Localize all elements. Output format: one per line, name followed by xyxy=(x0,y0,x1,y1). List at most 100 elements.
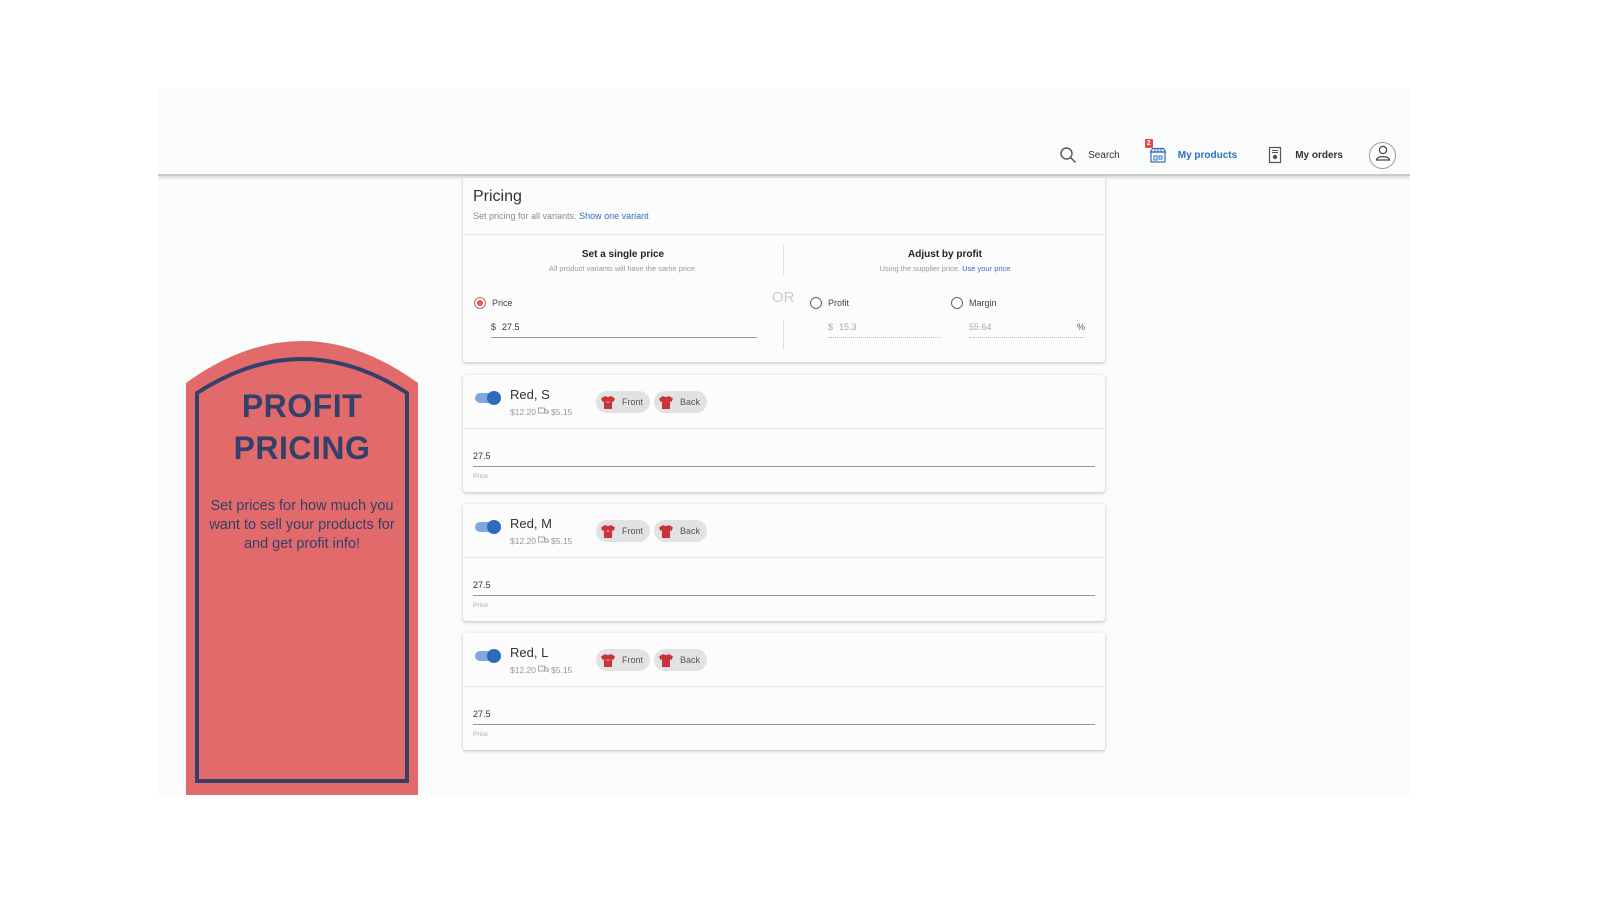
variant-price-input[interactable]: 27.5 xyxy=(473,451,1095,467)
front-chip-label: Front xyxy=(622,526,644,536)
front-chip-label: Front xyxy=(622,397,644,407)
pricing-options: Set a single price All product variants … xyxy=(463,235,1105,362)
margin-radio-label: Margin xyxy=(969,298,997,308)
promo-banner: PROFIT PRICING Set prices for how much y… xyxy=(186,341,418,795)
pricing-title: Pricing xyxy=(473,188,522,205)
profit-input[interactable]: $ 15.3 xyxy=(828,322,940,338)
adjust-by-profit-subtitle: Using the supplier price. Use your price xyxy=(785,264,1105,273)
tshirt-front-icon xyxy=(600,653,616,668)
use-your-price-link[interactable]: Use your price xyxy=(962,264,1010,273)
back-design-chip[interactable]: Back xyxy=(654,520,708,542)
tshirt-back-icon xyxy=(658,653,674,668)
nav-search[interactable]: Search xyxy=(1058,145,1120,165)
back-chip-label: Back xyxy=(680,655,701,665)
variant-cost: $12.20 xyxy=(510,665,536,675)
profit-currency-prefix: $ xyxy=(828,322,834,332)
tshirt-back-icon xyxy=(658,395,674,410)
pricing-subtitle: Set pricing for all variants. Show one v… xyxy=(473,211,1095,221)
margin-value: 55.64 xyxy=(969,322,992,332)
variant-shipping: $5.15 xyxy=(551,665,573,675)
nav-search-label: Search xyxy=(1088,149,1120,161)
front-chip-label: Front xyxy=(622,655,644,665)
variant-name: Red, M xyxy=(510,516,552,531)
front-design-chip[interactable]: Front xyxy=(596,649,651,671)
variant-header: Red, L $12.20 $5.15 Front Back xyxy=(463,633,1105,687)
promo-title-line2: PRICING xyxy=(233,430,371,466)
variant-name: Red, S xyxy=(510,387,550,402)
margin-radio[interactable] xyxy=(951,297,963,309)
margin-unit: % xyxy=(1076,322,1085,332)
variant-cost-info: $12.20 $5.15 xyxy=(510,536,572,546)
user-icon xyxy=(1374,144,1392,167)
nav-my-orders[interactable]: My orders xyxy=(1265,145,1343,165)
products-count-badge: 2 xyxy=(1144,139,1153,148)
variant-shipping: $5.15 xyxy=(551,407,573,417)
shipping-truck-icon xyxy=(538,536,549,546)
account-avatar-button[interactable] xyxy=(1369,141,1396,169)
variant-price-input[interactable]: 27.5 xyxy=(473,580,1095,596)
single-price-input[interactable]: $ 27.5 xyxy=(491,322,757,338)
adjust-by-profit-section: Adjust by profit Using the supplier pric… xyxy=(785,235,1105,362)
variant-price-input[interactable]: 27.5 xyxy=(473,709,1095,725)
shipping-truck-icon xyxy=(538,407,549,417)
pricing-subtitle-text: Set pricing for all variants. xyxy=(473,211,577,221)
promo-title-line1: PROFIT xyxy=(241,388,363,424)
variant-shipping: $5.15 xyxy=(551,536,573,546)
variant-price-label: Price xyxy=(473,731,488,738)
profit-radio[interactable] xyxy=(810,297,822,309)
variant-price-label: Price xyxy=(473,602,488,609)
single-price-title: Set a single price xyxy=(581,249,665,260)
top-nav: Search 2 My products My orders xyxy=(1030,139,1396,170)
nav-my-orders-label: My orders xyxy=(1295,149,1343,161)
profit-radio-label: Profit xyxy=(828,298,850,308)
pricing-header: Pricing Set pricing for all variants. Sh… xyxy=(463,178,1105,235)
margin-radio-option[interactable]: Margin xyxy=(951,297,997,309)
variant-card: Red, M $12.20 $5.15 Front Back 27.5 Pric… xyxy=(463,504,1105,621)
back-design-chip[interactable]: Back xyxy=(654,391,708,413)
top-bar: Search 2 My products My orders xyxy=(158,88,1410,176)
variant-enabled-toggle[interactable] xyxy=(475,649,501,663)
variant-header: Red, S $12.20 $5.15 Front Back xyxy=(463,375,1105,429)
front-design-chip[interactable]: Front xyxy=(596,391,651,413)
tshirt-front-icon xyxy=(600,395,616,410)
store-icon: 2 xyxy=(1144,139,1168,165)
variant-cost-info: $12.20 $5.15 xyxy=(510,407,572,417)
tshirt-front-icon xyxy=(600,524,616,539)
variant-enabled-toggle[interactable] xyxy=(475,391,501,405)
back-chip-label: Back xyxy=(680,526,701,536)
price-radio-option[interactable]: Price xyxy=(474,297,513,309)
shipping-truck-icon xyxy=(538,665,549,675)
single-price-value: 27.5 xyxy=(502,322,520,332)
nav-my-products[interactable]: 2 My products xyxy=(1144,139,1238,165)
adjust-by-profit-title: Adjust by profit xyxy=(908,249,982,260)
tshirt-back-icon xyxy=(658,524,674,539)
single-price-section: Set a single price All product variants … xyxy=(463,235,783,362)
variant-cost: $12.20 xyxy=(510,536,536,546)
promo-title: PROFIT PRICING xyxy=(186,385,418,469)
variant-card: Red, L $12.20 $5.15 Front Back 27.5 Pric… xyxy=(463,633,1105,750)
profit-radio-option[interactable]: Profit xyxy=(810,297,849,309)
show-one-variant-link[interactable]: Show one variant xyxy=(579,211,649,221)
variant-header: Red, M $12.20 $5.15 Front Back xyxy=(463,504,1105,558)
price-radio-label: Price xyxy=(492,298,513,308)
variant-card: Red, S $12.20 $5.15 Front Back 27.5 Pric… xyxy=(463,375,1105,492)
currency-prefix: $ xyxy=(491,322,497,332)
profit-value: 15.3 xyxy=(839,322,857,332)
variant-enabled-toggle[interactable] xyxy=(475,520,501,534)
back-chip-label: Back xyxy=(680,397,701,407)
variant-name: Red, L xyxy=(510,645,549,660)
promo-description: Set prices for how much you want to sell… xyxy=(209,498,395,552)
back-design-chip[interactable]: Back xyxy=(654,649,708,671)
adjust-by-profit-subtitle-text: Using the supplier price. xyxy=(879,264,960,273)
single-price-subtitle: All product variants will have the same … xyxy=(549,264,697,273)
receipt-icon xyxy=(1265,145,1285,165)
search-icon xyxy=(1058,145,1078,165)
nav-my-products-label: My products xyxy=(1177,149,1238,161)
section-divider-bottom xyxy=(783,320,784,350)
variant-price-label: Price xyxy=(473,473,488,480)
margin-input[interactable]: 55.64 % xyxy=(969,322,1085,338)
variant-cost: $12.20 xyxy=(510,407,536,417)
front-design-chip[interactable]: Front xyxy=(596,520,651,542)
price-radio[interactable] xyxy=(474,297,486,309)
section-divider-top xyxy=(783,245,784,275)
